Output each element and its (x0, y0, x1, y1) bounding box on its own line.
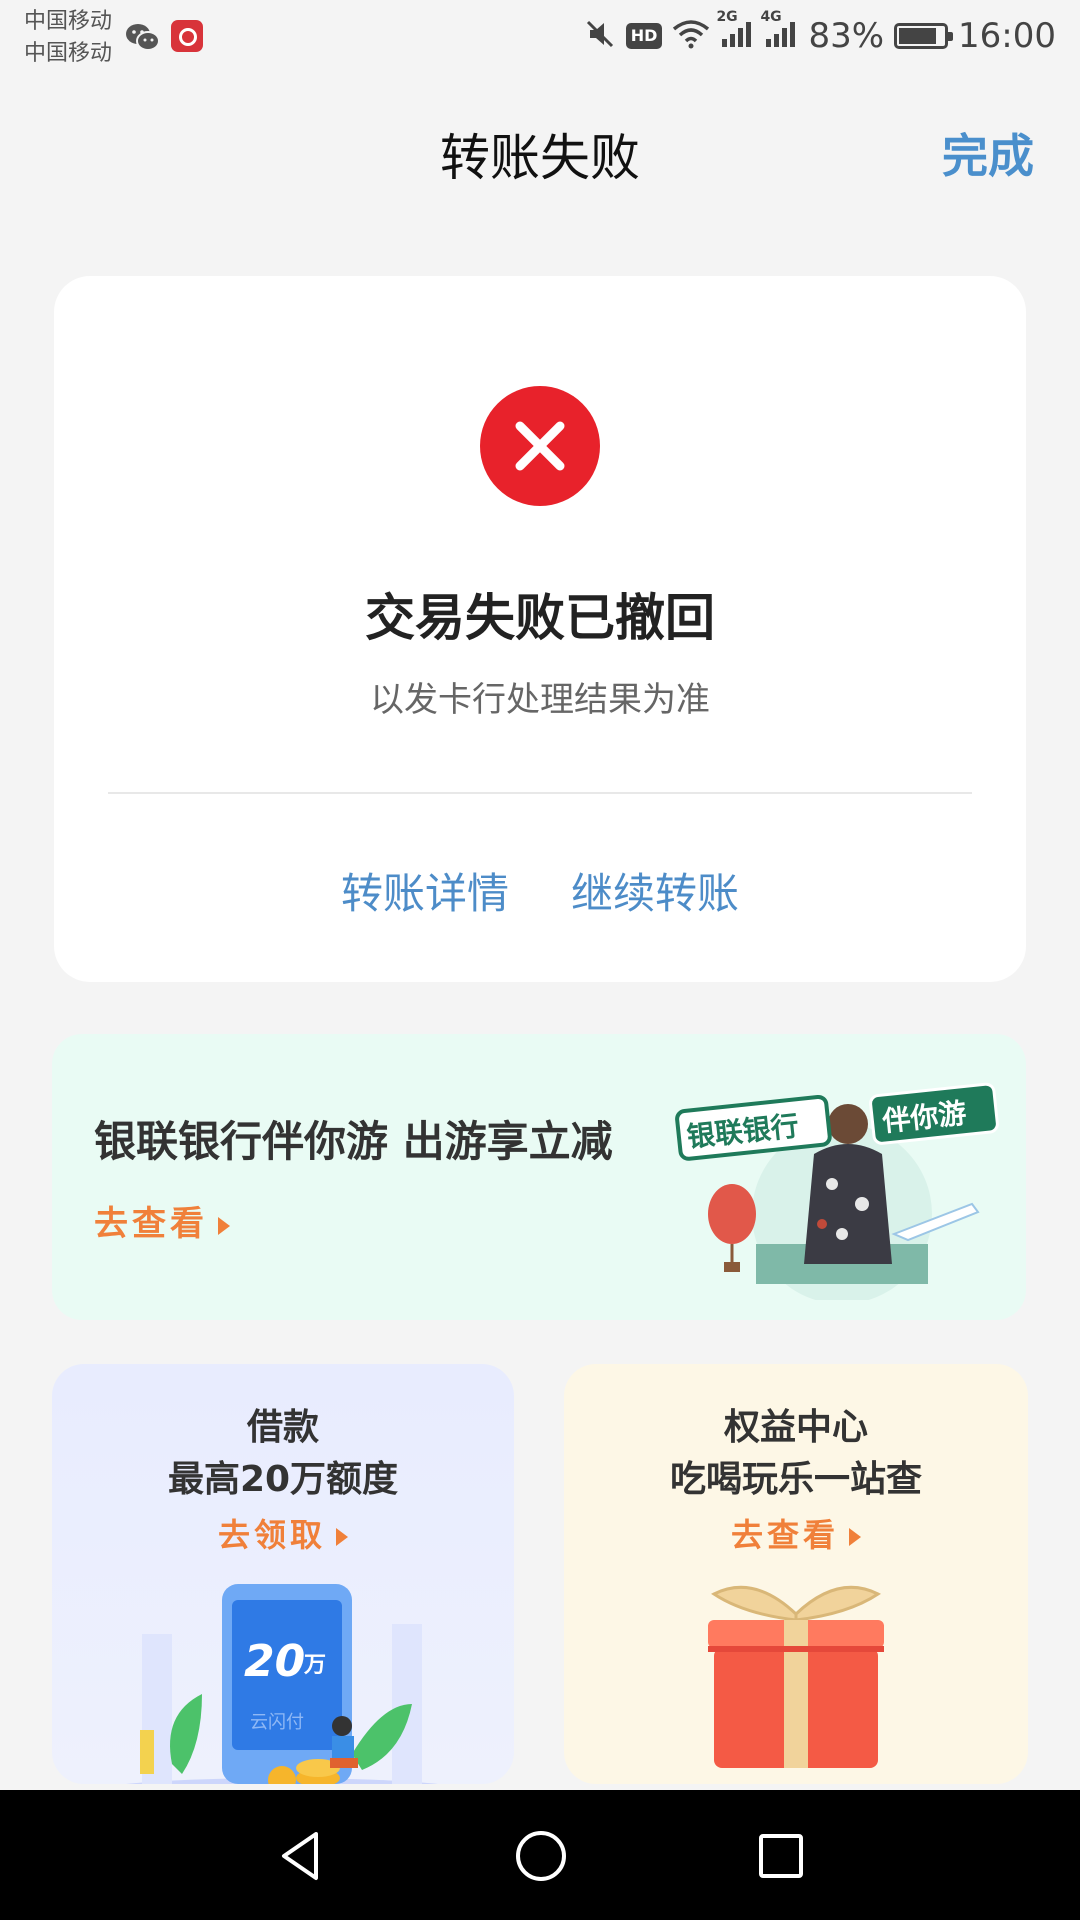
loan-art-amount: 20 (244, 1636, 305, 1687)
promo-banner[interactable]: 银联银行伴你游 出游享立减 去查看 银联银行 伴你游 (52, 1034, 1026, 1320)
result-subtitle: 以发卡行处理结果为准 (370, 680, 710, 720)
loan-tile-subtitle: 最高20万额度 (167, 1459, 399, 1500)
signal-icon: 2G (716, 9, 754, 53)
network-type-label: 2G (716, 9, 738, 25)
network-type-label: 4G (760, 9, 782, 25)
result-actions: 转账详情 继续转账 (54, 860, 1026, 921)
battery-percent: 83% (808, 16, 885, 56)
home-nav-icon[interactable] (514, 1828, 568, 1888)
wechat-icon (124, 22, 160, 56)
loan-tile[interactable]: 借款 最高20万额度 去领取 20 万 云闪付 (52, 1364, 514, 1784)
benefit-view-button[interactable]: 去查看 (564, 1510, 1028, 1556)
continue-transfer-link[interactable]: 继续转账 (571, 860, 739, 921)
divider (108, 792, 972, 794)
battery-icon (894, 23, 954, 49)
benefit-tile-subtitle: 吃喝玩乐一站查 (669, 1459, 922, 1500)
top-bar: 转账失败 完成 (0, 90, 1080, 210)
page-title: 转账失败 (440, 129, 640, 187)
gift-box-icon (708, 1585, 884, 1768)
done-button[interactable]: 完成 (942, 120, 1034, 186)
signal-icon: 4G (760, 9, 798, 53)
bank-app-icon (171, 20, 203, 52)
wifi-icon (672, 19, 710, 53)
loan-art-unit: 万 (303, 1653, 326, 1678)
transfer-details-link[interactable]: 转账详情 (341, 860, 509, 921)
mute-icon (584, 18, 616, 54)
promo-view-button[interactable]: 去查看 (94, 1196, 230, 1245)
loan-tile-title: 借款 (246, 1407, 319, 1448)
clock: 16:00 (958, 16, 1056, 56)
promo-title: 银联银行伴你游 出游享立减 (94, 1117, 613, 1166)
system-nav-bar (0, 1790, 1080, 1920)
status-icons: HD 2G 4G 83% 16:00 (584, 9, 1056, 58)
back-nav-icon[interactable] (276, 1828, 324, 1888)
close-icon (480, 386, 600, 506)
phone-illustration: 20 万 云闪付 (126, 1584, 438, 1784)
loan-claim-button[interactable]: 去领取 (52, 1510, 514, 1556)
status-bar: 中国移动 中国移动 HD 2G 4G 83% 16:00 (0, 0, 1080, 80)
carrier-label: 中国移动 (24, 41, 113, 66)
recents-nav-icon[interactable] (756, 1828, 804, 1888)
result-card: 交易失败已撤回 以发卡行处理结果为准 转账详情 继续转账 (54, 276, 1026, 982)
loan-art-caption: 云闪付 (250, 1712, 304, 1733)
benefit-tile-title: 权益中心 (723, 1407, 868, 1448)
carrier-label: 中国移动 (24, 9, 113, 34)
travel-promo-image: 银联银行 伴你游 (675, 1082, 999, 1300)
battery-level-fill (899, 28, 936, 44)
benefit-center-tile[interactable]: 权益中心 吃喝玩乐一站查 去查看 (564, 1364, 1028, 1784)
result-title: 交易失败已撤回 (365, 589, 715, 647)
hd-badge: HD (625, 23, 663, 49)
